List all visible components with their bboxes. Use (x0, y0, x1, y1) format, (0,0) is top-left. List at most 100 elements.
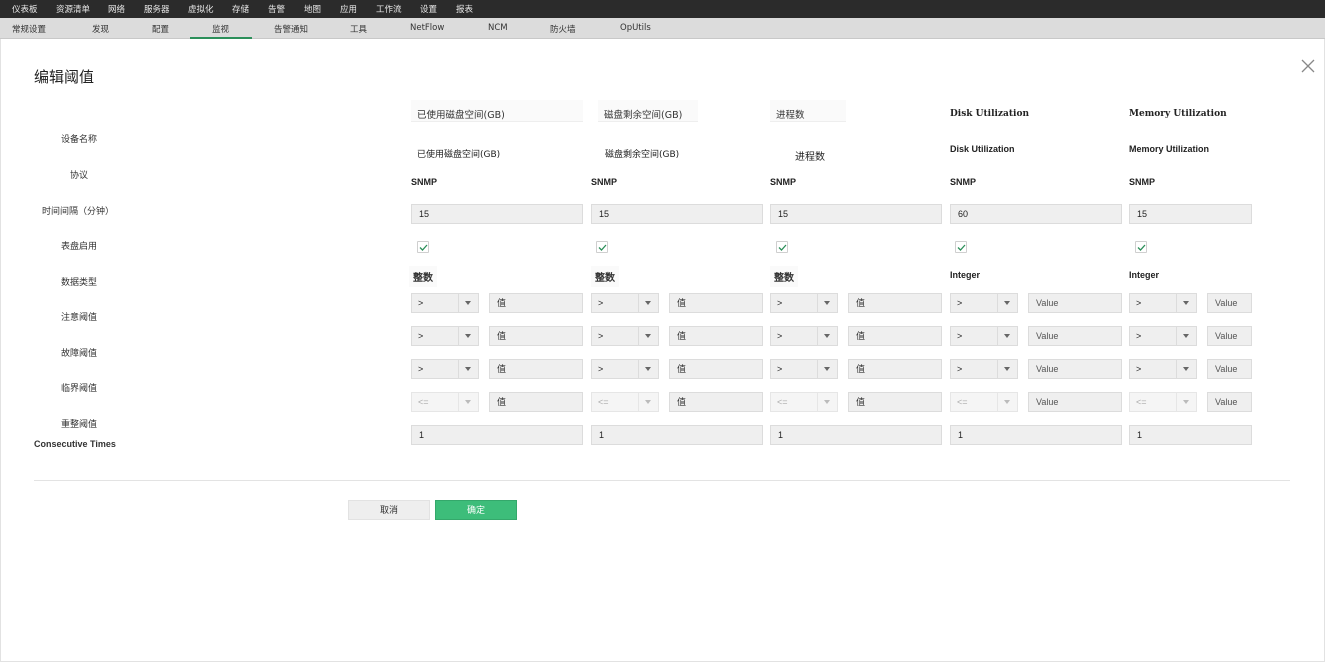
rearm-value-input[interactable]: 值 (848, 392, 942, 412)
tab-tools[interactable]: 工具 (350, 23, 367, 35)
tab-monitoring[interactable]: 监视 (212, 23, 229, 35)
nav-inventory[interactable]: 资源清单 (56, 3, 90, 15)
dial-enabled-checkbox[interactable] (955, 241, 967, 253)
trouble-value-input[interactable]: Value (1028, 326, 1122, 346)
trouble-value-input[interactable]: 值 (848, 326, 942, 346)
protocol-value: SNMP (591, 177, 618, 187)
dial-enabled-checkbox[interactable] (417, 241, 429, 253)
label-dial-enabled: 表盘启用 (61, 242, 98, 252)
dial-enabled-checkbox[interactable] (1135, 241, 1147, 253)
chevron-down-icon (458, 327, 478, 345)
data-type-value: 整数 (770, 266, 798, 287)
critical-operator-select[interactable]: > (411, 359, 479, 379)
nav-maps[interactable]: 地图 (304, 3, 321, 15)
device-name-value: Disk Utilization (950, 144, 1015, 154)
nav-apps[interactable]: 应用 (340, 3, 357, 15)
tab-ncm[interactable]: NCM (488, 23, 508, 33)
interval-input[interactable]: 15 (770, 204, 942, 224)
consecutive-input[interactable]: 1 (591, 425, 763, 445)
chevron-down-icon (638, 327, 658, 345)
rearm-value-input[interactable]: Value (1028, 392, 1122, 412)
critical-value-input[interactable]: Value (1028, 359, 1122, 379)
rearm-operator: <= (598, 397, 609, 407)
critical-operator-select[interactable]: > (1129, 359, 1197, 379)
chevron-down-icon (638, 294, 658, 312)
top-navigation-bar: 仪表板 资源清单 网络 服务器 虚拟化 存储 告警 地图 应用 工作流 设置 报… (0, 0, 1325, 18)
tab-firewall[interactable]: 防火墙 (550, 23, 576, 35)
trouble-operator-select[interactable]: > (591, 326, 659, 346)
tab-netflow[interactable]: NetFlow (410, 23, 444, 33)
dial-enabled-checkbox[interactable] (596, 241, 608, 253)
trouble-value-input[interactable]: Value (1207, 326, 1252, 346)
attention-operator-select[interactable]: > (411, 293, 479, 313)
chevron-down-icon (817, 360, 837, 378)
nav-reports[interactable]: 报表 (456, 3, 473, 15)
attention-value-input[interactable]: Value (1028, 293, 1122, 313)
attention-operator-select[interactable]: > (770, 293, 838, 313)
consecutive-input[interactable]: 1 (1129, 425, 1252, 445)
critical-value-input[interactable]: 值 (848, 359, 942, 379)
attention-operator-select[interactable]: > (591, 293, 659, 313)
rearm-value-input[interactable]: 值 (669, 392, 763, 412)
critical-value-input[interactable]: 值 (669, 359, 763, 379)
attention-operator: > (1136, 298, 1142, 308)
ok-button[interactable]: 确定 (435, 500, 517, 520)
critical-value-input[interactable]: 值 (489, 359, 583, 379)
nav-network[interactable]: 网络 (108, 3, 125, 15)
attention-value-input[interactable]: 值 (669, 293, 763, 313)
critical-operator-select[interactable]: > (770, 359, 838, 379)
rearm-operator: <= (418, 397, 429, 407)
consecutive-input[interactable]: 1 (950, 425, 1122, 445)
tab-oputils[interactable]: OpUtils (620, 23, 651, 33)
chevron-down-icon (1176, 327, 1196, 345)
nav-servers[interactable]: 服务器 (144, 3, 170, 15)
chevron-down-icon (458, 294, 478, 312)
close-icon[interactable] (1300, 58, 1316, 74)
attention-operator-select[interactable]: > (1129, 293, 1197, 313)
attention-value-input[interactable]: Value (1207, 293, 1252, 313)
critical-operator: > (1136, 364, 1142, 374)
attention-operator-select[interactable]: > (950, 293, 1018, 313)
interval-input[interactable]: 15 (411, 204, 583, 224)
trouble-operator-select[interactable]: > (950, 326, 1018, 346)
rearm-value-input[interactable]: 值 (489, 392, 583, 412)
trouble-operator-select[interactable]: > (1129, 326, 1197, 346)
interval-input[interactable]: 15 (1129, 204, 1252, 224)
rearm-operator-select: <= (411, 392, 479, 412)
trouble-value-input[interactable]: 值 (489, 326, 583, 346)
data-type-value: Integer (950, 270, 981, 280)
trouble-operator-select[interactable]: > (770, 326, 838, 346)
chevron-down-icon (817, 294, 837, 312)
attention-operator: > (957, 298, 963, 308)
critical-operator-select[interactable]: > (591, 359, 659, 379)
chevron-down-icon (997, 294, 1017, 312)
dial-enabled-checkbox[interactable] (776, 241, 788, 253)
nav-storage[interactable]: 存储 (232, 3, 249, 15)
nav-settings[interactable]: 设置 (420, 3, 437, 15)
critical-value-input[interactable]: Value (1207, 359, 1252, 379)
interval-input[interactable]: 15 (591, 204, 763, 224)
nav-virtualization[interactable]: 虚拟化 (188, 3, 214, 15)
consecutive-input[interactable]: 1 (411, 425, 583, 445)
consecutive-input[interactable]: 1 (770, 425, 942, 445)
trouble-operator: > (1136, 331, 1142, 341)
tab-general-settings[interactable]: 常规设置 (12, 23, 46, 35)
tab-notifications[interactable]: 告警通知 (274, 23, 308, 35)
critical-operator-select[interactable]: > (950, 359, 1018, 379)
nav-dashboard[interactable]: 仪表板 (12, 3, 38, 15)
trouble-value-input[interactable]: 值 (669, 326, 763, 346)
label-device-name: 设备名称 (61, 135, 98, 145)
nav-alarms[interactable]: 告警 (268, 3, 285, 15)
interval-input[interactable]: 60 (950, 204, 1122, 224)
footer-divider (34, 480, 1290, 481)
attention-value-input[interactable]: 值 (848, 293, 942, 313)
chevron-down-icon (997, 327, 1017, 345)
tab-discovery[interactable]: 发现 (92, 23, 109, 35)
attention-value-input[interactable]: 值 (489, 293, 583, 313)
device-name-value: 磁盘剩余空间(GB) (605, 150, 680, 160)
rearm-value-input[interactable]: Value (1207, 392, 1252, 412)
trouble-operator-select[interactable]: > (411, 326, 479, 346)
tab-configuration[interactable]: 配置 (152, 23, 169, 35)
cancel-button[interactable]: 取消 (348, 500, 430, 520)
nav-workflow[interactable]: 工作流 (376, 3, 402, 15)
